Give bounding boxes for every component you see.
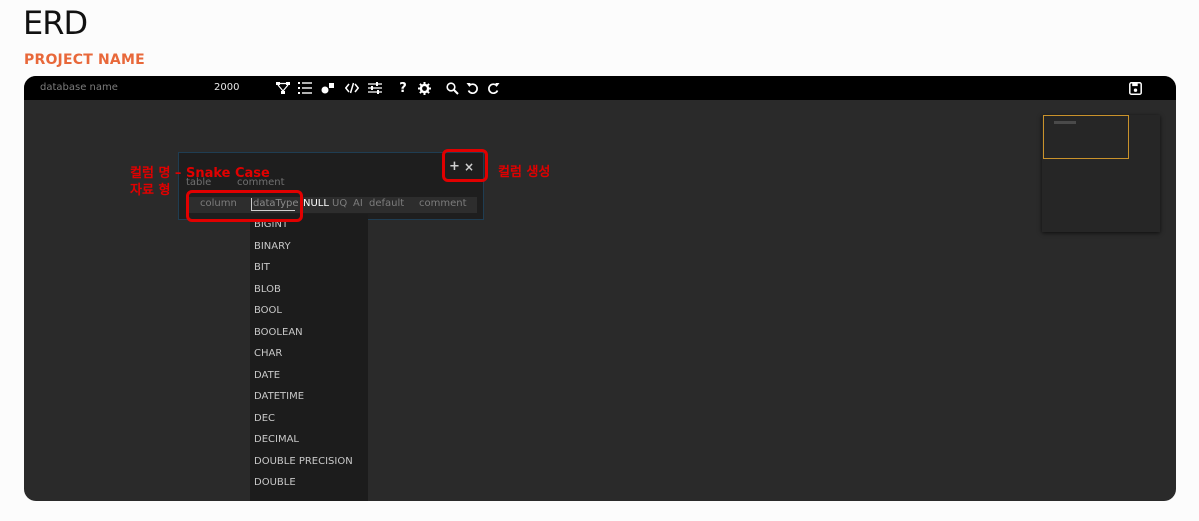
datatype-option[interactable]: DOUBLE: [250, 472, 368, 494]
datatype-option[interactable]: BLOB: [250, 279, 368, 301]
datatype-option[interactable]: BINARY: [250, 236, 368, 258]
annotation-datatype: 자료 형: [130, 183, 171, 198]
code-icon[interactable]: [343, 79, 361, 97]
relationship-icon[interactable]: [274, 79, 292, 97]
datatype-input[interactable]: dataType: [251, 198, 299, 211]
table-card[interactable]: table comment + × column dataType NULL U…: [178, 152, 484, 220]
column-row: column dataType NULL UQ AI default comme…: [187, 197, 477, 213]
gear-icon[interactable]: [415, 79, 433, 97]
datatype-option[interactable]: DATE: [250, 365, 368, 387]
shapes-icon[interactable]: [319, 79, 337, 97]
search-icon[interactable]: [443, 79, 461, 97]
null-toggle[interactable]: NULL: [303, 198, 329, 209]
default-input[interactable]: default: [369, 198, 404, 209]
datatype-option[interactable]: BIGINT: [250, 214, 368, 236]
datatype-option[interactable]: DATETIME: [250, 386, 368, 408]
redo-icon[interactable]: [484, 79, 502, 97]
undo-icon[interactable]: [463, 79, 481, 97]
erd-editor: database name 2000 ? table comment + × c…: [24, 76, 1176, 501]
datatype-option[interactable]: DEC: [250, 408, 368, 430]
help-icon[interactable]: ?: [394, 79, 412, 97]
datatype-option[interactable]: BIT: [250, 257, 368, 279]
datatype-option[interactable]: BOOL: [250, 300, 368, 322]
page-title: ERD: [23, 4, 88, 42]
minimap-table: [1054, 121, 1076, 124]
annotation-column-name: 컬럼 명 – Snake Case: [130, 166, 270, 181]
datatype-option[interactable]: DECIMAL: [250, 429, 368, 451]
unique-toggle[interactable]: UQ: [332, 198, 347, 209]
toolbar: database name 2000 ?: [24, 76, 1176, 100]
project-name: PROJECT NAME: [24, 52, 145, 68]
auto-increment-toggle[interactable]: AI: [353, 198, 363, 209]
minimap[interactable]: [1042, 115, 1160, 232]
save-icon[interactable]: [1126, 79, 1144, 97]
database-name-input[interactable]: database name: [40, 82, 190, 93]
annotation-add-column: 컬럼 생성: [498, 165, 551, 180]
list-icon[interactable]: [296, 79, 314, 97]
canvas-size-input[interactable]: 2000: [214, 82, 239, 93]
column-comment-input[interactable]: comment: [419, 198, 467, 209]
sliders-icon[interactable]: [366, 79, 384, 97]
add-column-button[interactable]: +: [449, 159, 460, 174]
datatype-option[interactable]: DOUBLE PRECISION: [250, 451, 368, 473]
datatype-dropdown: BIGINT BINARY BIT BLOB BOOL BOOLEAN CHAR…: [250, 214, 368, 501]
datatype-option[interactable]: BOOLEAN: [250, 322, 368, 344]
column-name-input[interactable]: column: [200, 198, 237, 209]
datatype-option[interactable]: CHAR: [250, 343, 368, 365]
close-table-button[interactable]: ×: [464, 160, 474, 174]
